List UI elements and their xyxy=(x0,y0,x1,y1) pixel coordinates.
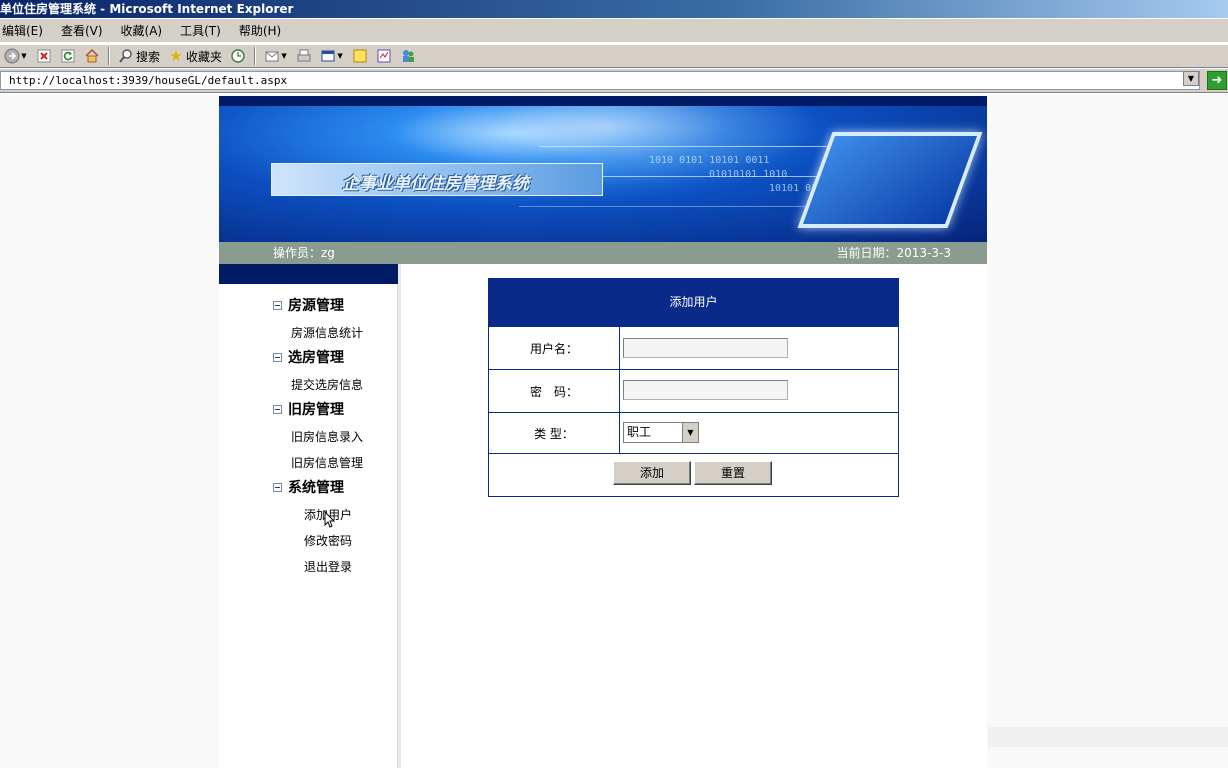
chevron-down-icon: ▼ xyxy=(21,52,27,60)
chevron-down-icon: ▼ xyxy=(337,52,343,60)
current-date: 当前日期：2013-3-3 xyxy=(836,246,951,260)
collapse-minus-icon[interactable] xyxy=(273,300,282,310)
search-label: 搜索 xyxy=(136,49,161,64)
home-icon xyxy=(84,48,100,64)
sidebar-section-housing[interactable]: 房源管理 xyxy=(273,295,344,315)
address-dropdown-button[interactable]: ▼ xyxy=(1183,71,1199,86)
chevron-down-icon[interactable]: ▼ xyxy=(682,423,698,442)
favorites-label: 收藏夹 xyxy=(186,49,223,64)
research-icon xyxy=(376,48,392,64)
print-button[interactable] xyxy=(294,46,314,66)
go-arrow-icon: ➜ xyxy=(1211,73,1223,88)
messenger-button[interactable] xyxy=(398,46,418,66)
collapse-minus-icon[interactable] xyxy=(273,352,282,362)
address-url: http://localhost:3939/houseGL/default.as… xyxy=(9,74,288,87)
search-button[interactable]: 搜索 xyxy=(116,46,162,66)
username-label: 用户名： xyxy=(489,327,620,369)
mail-button[interactable]: ▼ xyxy=(262,46,290,66)
sidebar-section-old-housing[interactable]: 旧房管理 xyxy=(273,399,344,419)
stop-button[interactable] xyxy=(34,46,54,66)
menu-edit[interactable]: 编辑(E) xyxy=(0,22,51,39)
sidebar-section-title: 房源管理 xyxy=(288,298,344,314)
username-row: 用户名： xyxy=(489,326,898,369)
sidebar-section-title: 系统管理 xyxy=(288,480,344,496)
add-user-form: 添加用户 用户名： 密 码： 类 型： 职工 ▼ 添加 重置 xyxy=(488,278,899,497)
research-button[interactable] xyxy=(374,46,394,66)
type-select-value: 职工 xyxy=(627,425,652,439)
window-title: 单位住房管理系统 - Microsoft Internet Explorer xyxy=(0,2,294,16)
sidebar-shadow xyxy=(398,264,401,768)
menu-help[interactable]: 帮助(H) xyxy=(237,22,289,39)
toolbar-separator xyxy=(108,47,110,65)
form-title: 添加用户 xyxy=(489,279,898,326)
sidebar-section-title: 选房管理 xyxy=(288,350,344,366)
toolbar-separator xyxy=(254,47,257,65)
refresh-icon xyxy=(60,48,76,64)
messenger-icon xyxy=(400,48,416,64)
site-banner: 1010 0101 10101 0011 01010101 1010 10101… xyxy=(219,106,987,242)
window-title-bar: 单位住房管理系统 - Microsoft Internet Explorer xyxy=(0,0,1228,18)
password-input[interactable] xyxy=(623,380,788,400)
stop-icon xyxy=(36,48,52,64)
search-icon xyxy=(118,48,134,64)
right-margin-panel xyxy=(988,727,1228,747)
address-bar: http://localhost:3939/houseGL/default.as… xyxy=(0,69,1228,93)
discuss-button[interactable] xyxy=(350,46,370,66)
sidebar-header xyxy=(219,264,398,284)
banner-binary-decoration: 1010 0101 10101 0011 01010101 1010 10101… xyxy=(649,155,830,194)
edit-page-icon xyxy=(320,48,336,64)
toolbar: ▼ 搜索 ★ 收藏夹 ▼ ▼ xyxy=(0,44,1228,68)
mail-icon xyxy=(264,48,280,64)
operator-label: 操作员：zg xyxy=(273,246,335,260)
sidebar-section-title: 旧房管理 xyxy=(288,402,344,418)
sidebar-link-change-password[interactable]: 修改密码 xyxy=(304,532,352,549)
menu-view[interactable]: 查看(V) xyxy=(59,22,111,39)
edit-button[interactable]: ▼ xyxy=(318,46,346,66)
password-row: 密 码： xyxy=(489,369,898,412)
menu-bar: 编辑(E) 查看(V) 收藏(A) 工具(T) 帮助(H) xyxy=(0,19,1228,43)
menu-tools[interactable]: 工具(T) xyxy=(178,22,229,39)
sidebar-link-logout[interactable]: 退出登录 xyxy=(304,558,352,575)
banner-title-box: 企事业单位住房管理系统 xyxy=(271,163,603,196)
type-label: 类 型： xyxy=(489,413,620,453)
menu-favorites[interactable]: 收藏(A) xyxy=(119,22,171,39)
collapse-minus-icon[interactable] xyxy=(273,482,282,492)
history-icon xyxy=(230,48,246,64)
type-row: 类 型： 职工 ▼ xyxy=(489,412,898,453)
refresh-button[interactable] xyxy=(58,46,78,66)
sidebar-section-selection[interactable]: 选房管理 xyxy=(273,347,344,367)
sidebar-link-old-housing-entry[interactable]: 旧房信息录入 xyxy=(291,428,363,445)
home-button[interactable] xyxy=(82,46,102,66)
address-input[interactable]: http://localhost:3939/houseGL/default.as… xyxy=(0,71,1200,90)
go-button[interactable]: ➜ xyxy=(1207,71,1227,90)
printer-icon xyxy=(296,48,312,64)
star-icon: ★ xyxy=(169,47,183,65)
top-strip xyxy=(219,96,987,106)
password-label: 密 码： xyxy=(489,370,620,412)
button-row: 添加 重置 xyxy=(489,453,898,496)
info-bar: 操作员：zg 当前日期：2013-3-3 xyxy=(219,242,987,264)
chevron-down-icon: ▼ xyxy=(281,52,287,60)
forward-arrow-icon xyxy=(4,48,20,64)
sidebar-section-system[interactable]: 系统管理 xyxy=(273,477,344,497)
forward-button[interactable]: ▼ xyxy=(2,46,30,66)
banner-title: 企事业单位住房管理系统 xyxy=(342,174,529,194)
reset-button[interactable]: 重置 xyxy=(694,461,772,485)
collapse-minus-icon[interactable] xyxy=(273,404,282,414)
chevron-down-icon: ▼ xyxy=(1187,74,1195,83)
favorites-button[interactable]: ★ 收藏夹 xyxy=(166,46,224,66)
sidebar-link-old-housing-manage[interactable]: 旧房信息管理 xyxy=(291,454,363,471)
history-button[interactable] xyxy=(228,46,248,66)
sidebar-link-submit-selection[interactable]: 提交选房信息 xyxy=(291,376,363,393)
mouse-cursor-icon xyxy=(324,510,336,529)
type-select[interactable]: 职工 ▼ xyxy=(623,422,699,443)
username-input[interactable] xyxy=(623,338,788,358)
sidebar: 房源管理 房源信息统计 选房管理 提交选房信息 旧房管理 旧房信息录入 旧房信息… xyxy=(219,264,401,768)
sidebar-link-housing-stats[interactable]: 房源信息统计 xyxy=(291,324,363,341)
add-button[interactable]: 添加 xyxy=(613,461,691,485)
note-icon xyxy=(352,48,368,64)
